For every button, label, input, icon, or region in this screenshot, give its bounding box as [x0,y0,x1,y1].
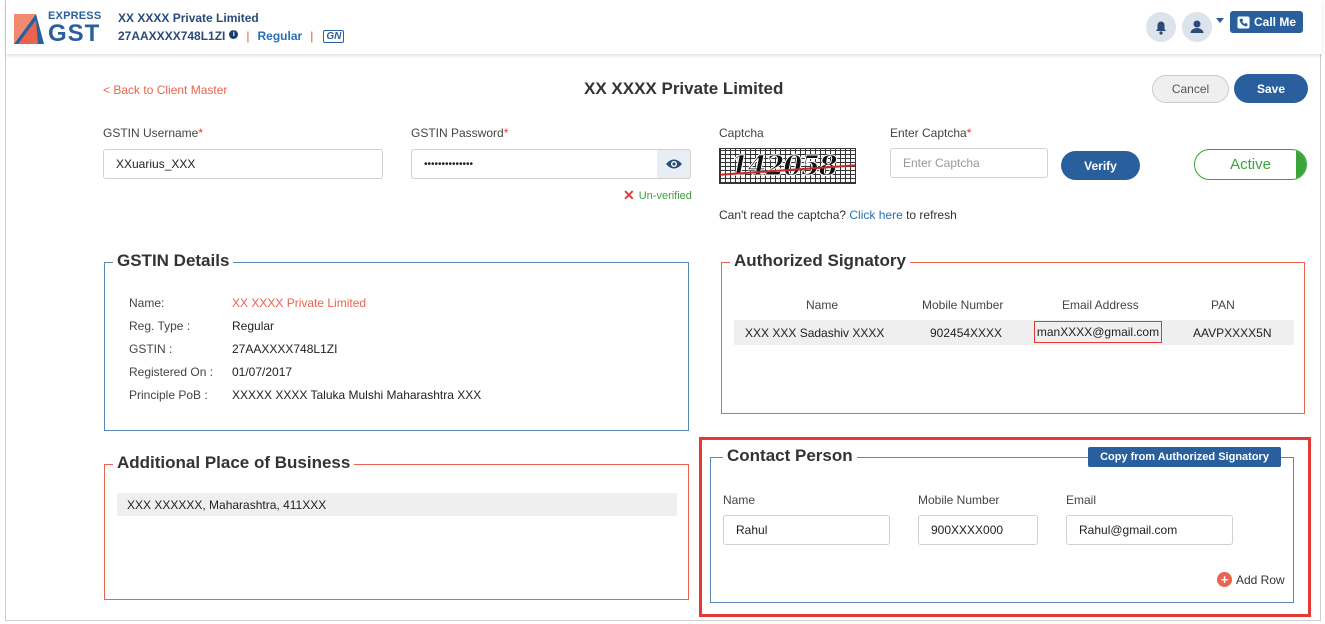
header-separator: | [246,29,250,43]
contact-name-label: Name [723,493,756,507]
detail-key: Name: [129,296,165,310]
table-row[interactable]: XXX XXX Sadashiv XXXX 902454XXXX manXXXX… [734,320,1294,345]
gstin-username-label: GSTIN Username* [103,126,203,140]
column-header: Mobile Number [922,298,1004,312]
enter-captcha-label-text: Enter Captcha [890,126,967,140]
detail-value: 27AAXXXX748L1ZI [232,342,338,356]
page-title: XX XXXX Private Limited [584,79,784,98]
header-company-meta: 27AAXXXX748L1ZI i | Regular | GN [118,29,345,43]
authorized-signatory-title: Authorized Signatory [730,251,910,271]
status-toggle[interactable]: Active [1194,149,1307,180]
gsn-badge-icon: GN [323,29,345,43]
header-separator: | [310,29,314,43]
add-row-button[interactable]: + Add Row [1217,572,1285,587]
column-header: Email Address [1062,298,1139,312]
logo-gst-text: GST [48,20,101,47]
detail-value: Regular [232,319,275,333]
status-toggle-knob [1296,150,1306,179]
list-item[interactable]: XXX XXXXXX, Maharashtra, 411XXX [117,493,677,516]
header-gstin: 27AAXXXX748L1ZI [118,29,226,43]
show-password-button[interactable] [657,149,691,179]
authorized-signatory-panel: Authorized Signatory Name Mobile Number … [721,251,1305,414]
contact-mobile-field[interactable]: 900XXXX000 [918,515,1038,545]
gstin-details-panel: GSTIN Details Name: XX XXXX Private Limi… [104,251,689,431]
info-icon[interactable]: i [229,29,239,39]
cancel-button[interactable]: Cancel [1152,75,1229,103]
user-icon [1190,20,1204,33]
back-to-client-master-link[interactable]: < Back to Client Master [103,83,227,97]
logo-mark-icon [14,14,44,44]
column-header: PAN [1211,298,1235,312]
contact-email-field[interactable]: Rahul@gmail.com [1066,515,1233,545]
gstin-password-field[interactable]: •••••••••••••• [411,149,658,179]
required-mark: * [503,126,509,140]
add-circle-icon: + [1217,572,1232,587]
detail-key: Reg. Type : [129,319,191,333]
gstin-username-label-text: GSTIN Username [103,126,199,140]
eye-icon [665,159,682,169]
bell-icon [1156,21,1166,35]
contact-name-field[interactable]: Rahul [723,515,890,545]
required-mark: * [966,126,972,140]
unverified-label: Un-verified [638,189,692,202]
copy-from-authorized-signatory-button[interactable]: Copy from Authorized Signatory [1088,447,1281,467]
detail-value: 01/07/2017 [232,365,293,379]
add-row-label: Add Row [1236,572,1285,587]
gstin-username-field[interactable]: XXuarius_XXX [103,149,383,179]
caret-down-icon[interactable] [1216,18,1224,23]
status-toggle-label: Active [1230,156,1271,173]
contact-email-label: Email [1066,493,1097,507]
detail-key: Principle PoB : [129,388,208,402]
enter-captcha-field[interactable]: Enter Captcha [890,148,1048,178]
gstin-password-label: GSTIN Password* [411,126,508,140]
signatory-pan: AAVPXXXX5N [1193,326,1272,340]
refresh-prefix: Can't read the captcha? [719,208,847,222]
header-reg-type: Regular [257,29,303,43]
captcha-refresh-line: Can't read the captcha? Click here to re… [719,208,957,222]
detail-key: GSTIN : [129,342,173,356]
notifications-button[interactable] [1146,12,1176,42]
header-company-name: XX XXXX Private Limited [118,11,259,25]
column-header: Name [806,298,839,312]
save-button[interactable]: Save [1234,74,1308,103]
express-gst-logo[interactable]: EXPRESS GST [14,10,106,47]
additional-pob-panel: Additional Place of Business XXX XXXXXX,… [104,453,689,600]
detail-value: XXXXX XXXX Taluka Mulshi Maharashtra XXX [232,388,482,402]
detail-key: Registered On : [129,365,214,379]
phone-icon [1237,15,1250,29]
signatory-name: XXX XXX Sadashiv XXXX [745,326,885,340]
call-me-button[interactable]: Call Me [1230,11,1303,33]
top-bar: EXPRESS GST XX XXXX Private Limited 27AA… [6,0,1322,54]
gstin-details-title: GSTIN Details [113,251,234,271]
captcha-label: Captcha [719,126,764,140]
signatory-email: manXXXX@gmail.com [1034,321,1162,343]
detail-value: XX XXXX Private Limited [232,296,367,310]
captcha-image: 142058 [719,148,856,184]
contact-person-panel: Contact Person Name Mobile Number Email … [710,446,1294,603]
refresh-suffix: to refresh [906,208,957,222]
unverified-x-icon: ✕ [623,187,635,203]
enter-captcha-label: Enter Captcha* [890,126,971,140]
gstin-password-label-text: GSTIN Password [411,126,504,140]
call-me-label: Call Me [1253,15,1296,29]
user-menu-button[interactable] [1182,12,1212,42]
contact-mobile-label: Mobile Number [918,493,1000,507]
verify-button[interactable]: Verify [1061,151,1140,180]
verification-status: ✕ Un-verified [623,187,692,204]
contact-person-title: Contact Person [723,446,857,466]
required-mark: * [198,126,204,140]
signatory-mobile: 902454XXXX [930,326,1003,340]
app-window: EXPRESS GST XX XXXX Private Limited 27AA… [5,0,1322,621]
additional-pob-title: Additional Place of Business [113,453,355,473]
refresh-captcha-link[interactable]: Click here [849,208,902,222]
